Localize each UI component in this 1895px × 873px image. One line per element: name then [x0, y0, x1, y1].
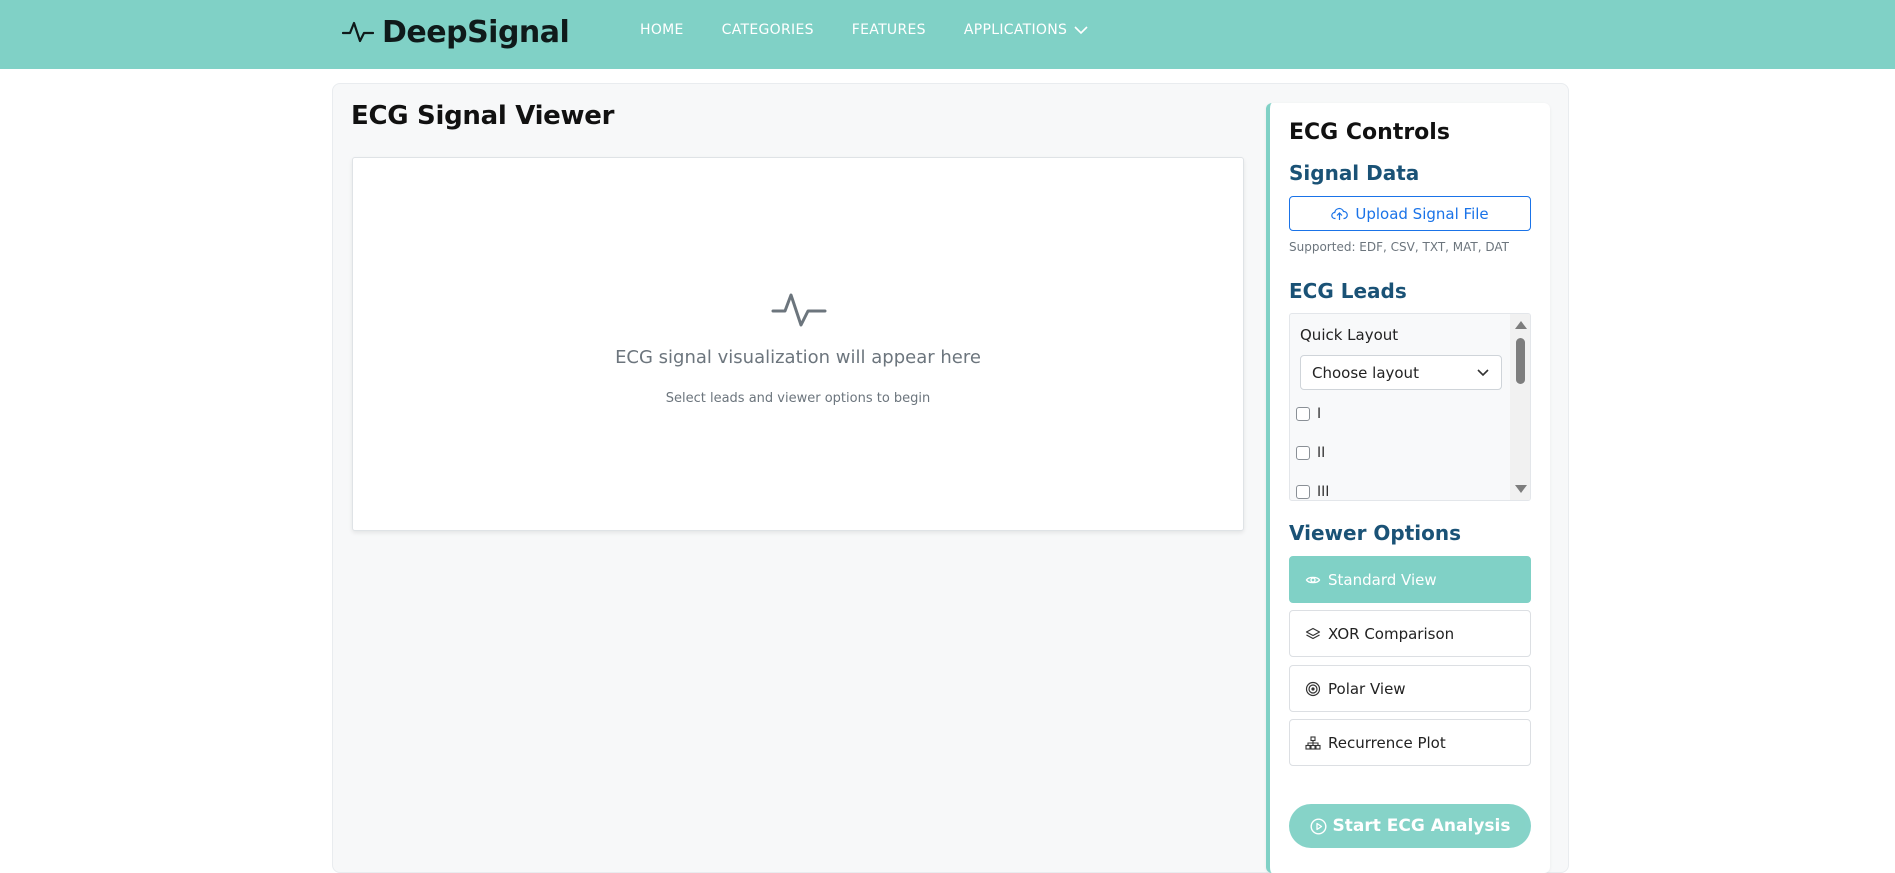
- pulse-icon: [342, 21, 374, 43]
- lead-checkbox[interactable]: [1296, 446, 1310, 460]
- layout-select-value: Choose layout: [1312, 363, 1419, 382]
- scroll-up-arrow-icon[interactable]: [1515, 321, 1527, 329]
- scrollbar-thumb[interactable]: [1516, 338, 1525, 384]
- lead-label: II: [1317, 445, 1326, 461]
- supported-formats-text: Supported: EDF, CSV, TXT, MAT, DAT: [1289, 240, 1510, 254]
- nav-applications-label: APPLICATIONS: [963, 22, 1068, 38]
- lead-label: III: [1317, 484, 1330, 500]
- recurrence-plot-button[interactable]: Recurrence Plot: [1289, 719, 1531, 766]
- pulse-icon: [771, 293, 827, 327]
- play-circle-icon: [1310, 817, 1327, 835]
- nav-home-label: HOME: [640, 22, 684, 38]
- viewer-options-heading: Viewer Options: [1289, 521, 1462, 545]
- viewer-hint-text: Select leads and viewer options to begin: [665, 391, 931, 406]
- brand-logo[interactable]: DeepSignal: [342, 14, 570, 50]
- eye-icon: [1305, 576, 1321, 583]
- ecg-viewer-area: ECG signal visualization will appear her…: [352, 157, 1244, 531]
- page-title: ECG Signal Viewer: [351, 101, 615, 131]
- start-ecg-analysis-label: Start ECG Analysis: [1332, 816, 1511, 836]
- nav-categories-link[interactable]: CATEGORIES: [722, 22, 814, 38]
- nav-categories-label: CATEGORIES: [721, 22, 814, 38]
- brand-name: DeepSignal: [382, 14, 570, 50]
- standard-view-button[interactable]: Standard View: [1289, 556, 1531, 603]
- leads-list[interactable]: Quick Layout Choose layout I II III: [1289, 313, 1531, 501]
- xor-comparison-label: XOR Comparison: [1328, 624, 1455, 643]
- chevron-down-icon: [1074, 26, 1088, 35]
- top-navbar: DeepSignal HOME CATEGORIES FEATURES APPL…: [0, 0, 1895, 69]
- target-icon: [1305, 681, 1321, 696]
- lead-label: I: [1317, 406, 1322, 422]
- recurrence-plot-label: Recurrence Plot: [1328, 733, 1446, 752]
- nav-features-link[interactable]: FEATURES: [852, 22, 926, 38]
- polar-view-label: Polar View: [1328, 679, 1406, 698]
- upload-signal-button[interactable]: Upload Signal File: [1289, 196, 1531, 231]
- standard-view-label: Standard View: [1328, 570, 1437, 589]
- hierarchy-icon: [1305, 735, 1321, 750]
- lead-checkbox[interactable]: [1296, 485, 1310, 499]
- lead-item-ii[interactable]: II: [1296, 445, 1325, 461]
- ecg-leads-heading: ECG Leads: [1289, 279, 1407, 303]
- quick-layout-label: Quick Layout: [1300, 326, 1399, 344]
- lead-item-iii[interactable]: III: [1296, 484, 1329, 500]
- nav-features-label: FEATURES: [851, 22, 926, 38]
- controls-title: ECG Controls: [1289, 120, 1450, 145]
- nav-applications-dropdown[interactable]: APPLICATIONS: [964, 22, 1088, 38]
- quick-layout-select[interactable]: Choose layout: [1300, 355, 1502, 390]
- start-ecg-analysis-button[interactable]: Start ECG Analysis: [1289, 804, 1531, 848]
- upload-signal-label: Upload Signal File: [1355, 204, 1489, 223]
- signal-data-heading: Signal Data: [1289, 161, 1420, 185]
- xor-comparison-button[interactable]: XOR Comparison: [1289, 610, 1531, 657]
- nav-home-link[interactable]: HOME: [640, 22, 684, 38]
- leads-scrollbar[interactable]: [1510, 314, 1530, 500]
- lead-item-i[interactable]: I: [1296, 406, 1321, 422]
- lead-checkbox[interactable]: [1296, 407, 1310, 421]
- scroll-down-arrow-icon[interactable]: [1515, 485, 1527, 493]
- chevron-down-icon: [1477, 369, 1489, 377]
- main-nav: HOME CATEGORIES FEATURES APPLICATIONS: [640, 22, 1126, 38]
- cloud-upload-icon: [1331, 207, 1349, 220]
- viewer-placeholder-text: ECG signal visualization will appear her…: [615, 347, 981, 368]
- layers-icon: [1305, 627, 1321, 639]
- polar-view-button[interactable]: Polar View: [1289, 665, 1531, 712]
